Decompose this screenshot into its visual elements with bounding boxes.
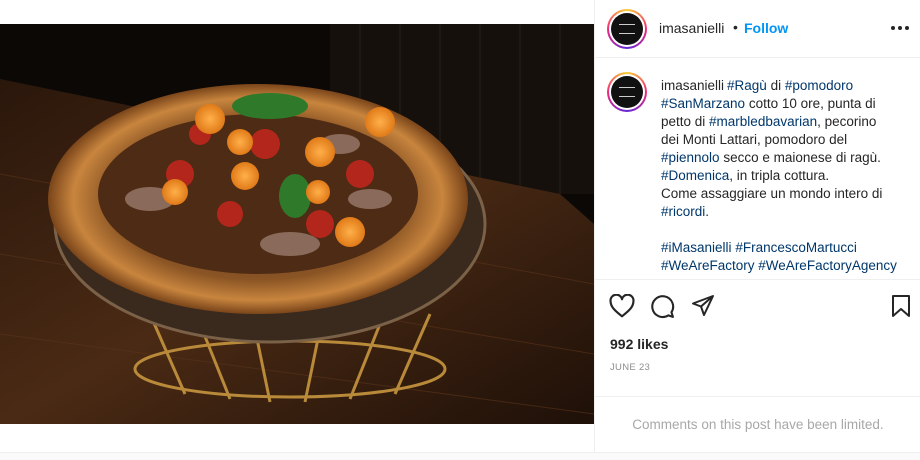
more-options-icon[interactable] bbox=[891, 20, 909, 36]
caption-line: #SanMarzano cotto 10 ore, punta di bbox=[661, 95, 907, 113]
hashtag-link[interactable]: #iMasanielli bbox=[661, 240, 732, 255]
caption-username[interactable]: imasanielli bbox=[661, 78, 724, 93]
like-count[interactable]: 992 likes bbox=[610, 336, 668, 352]
hashtag-link[interactable]: #piennolo bbox=[661, 150, 720, 165]
hashtag-link[interactable]: #WeAreFactory bbox=[661, 258, 755, 273]
hashtag-link[interactable]: #marbledbavarian bbox=[709, 114, 817, 129]
post-header: imasanielli • Follow bbox=[595, 0, 920, 58]
pizza-photo bbox=[0, 24, 594, 424]
comments-limited-notice: Comments on this post have been limited. bbox=[632, 417, 884, 432]
caption-line: dei Monti Lattari, pomodoro del bbox=[661, 131, 907, 149]
post-sidebar: imasanielli • Follow imasanielli #Ragù di… bbox=[594, 0, 920, 452]
share-icon[interactable] bbox=[691, 294, 715, 318]
post-image[interactable] bbox=[0, 24, 594, 424]
profile-logo bbox=[611, 13, 643, 45]
caption-line: #Domenica, in tripla cottura. bbox=[661, 167, 907, 185]
avatar[interactable] bbox=[607, 9, 647, 49]
caption-text: dei Monti Lattari, pomodoro del bbox=[661, 132, 848, 147]
username-link[interactable]: imasanielli bbox=[659, 20, 724, 36]
post-caption: imasanielli #Ragù di #pomodoro #SanMarzano… bbox=[661, 77, 907, 275]
caption-text: , in tripla cottura. bbox=[729, 168, 830, 183]
caption-line: imasanielli #Ragù di #pomodoro bbox=[661, 77, 907, 95]
caption-avatar[interactable] bbox=[607, 72, 647, 112]
profile-logo bbox=[611, 76, 643, 108]
caption-line: petto di #marbledbavarian, pecorino bbox=[661, 113, 907, 131]
post-date[interactable]: JUNE 23 bbox=[610, 362, 650, 373]
heart-icon[interactable] bbox=[609, 294, 635, 318]
caption-text: , pecorino bbox=[817, 114, 877, 129]
bookmark-icon[interactable] bbox=[891, 294, 911, 318]
caption-text: Come assaggiare un mondo intero di bbox=[661, 186, 883, 201]
separator-dot: • bbox=[733, 19, 738, 35]
hashtag-link[interactable]: #pomodoro bbox=[785, 78, 853, 93]
caption-area[interactable]: imasanielli #Ragù di #pomodoro #SanMarzano… bbox=[595, 59, 920, 280]
hashtag-link[interactable]: #ricordi bbox=[661, 204, 705, 219]
hashtag-link[interactable]: #WeAreFactoryAgency bbox=[758, 258, 897, 273]
action-bar bbox=[595, 292, 920, 322]
hashtag-link[interactable]: #Ragù bbox=[727, 78, 767, 93]
caption-text: . bbox=[705, 204, 710, 219]
caption-line: #iMasanielli #FrancescoMartucci bbox=[661, 239, 907, 257]
caption-line: #ricordi. bbox=[661, 203, 907, 221]
page-bottom-edge bbox=[0, 452, 920, 460]
hashtag-link[interactable]: #Domenica bbox=[661, 168, 729, 183]
caption-text: di bbox=[766, 78, 785, 93]
caption-text: secco e maionese di ragù. bbox=[719, 150, 881, 165]
hashtag-link[interactable]: #FrancescoMartucci bbox=[735, 240, 857, 255]
caption-line: Come assaggiare un mondo intero di bbox=[661, 185, 907, 203]
hashtag-link[interactable]: #SanMarzano bbox=[661, 96, 745, 111]
comment-icon[interactable] bbox=[650, 294, 675, 319]
follow-button[interactable]: Follow bbox=[744, 20, 788, 36]
instagram-post-view: imasanielli • Follow imasanielli #Ragù di… bbox=[0, 0, 920, 460]
caption-text: petto di bbox=[661, 114, 710, 129]
caption-line: #WeAreFactory #WeAreFactoryAgency bbox=[661, 257, 907, 275]
caption-text: cotto 10 ore, punta di bbox=[745, 96, 876, 111]
comments-section: Comments on this post have been limited. bbox=[595, 396, 920, 452]
caption-line: #piennolo secco e maionese di ragù. bbox=[661, 149, 907, 167]
